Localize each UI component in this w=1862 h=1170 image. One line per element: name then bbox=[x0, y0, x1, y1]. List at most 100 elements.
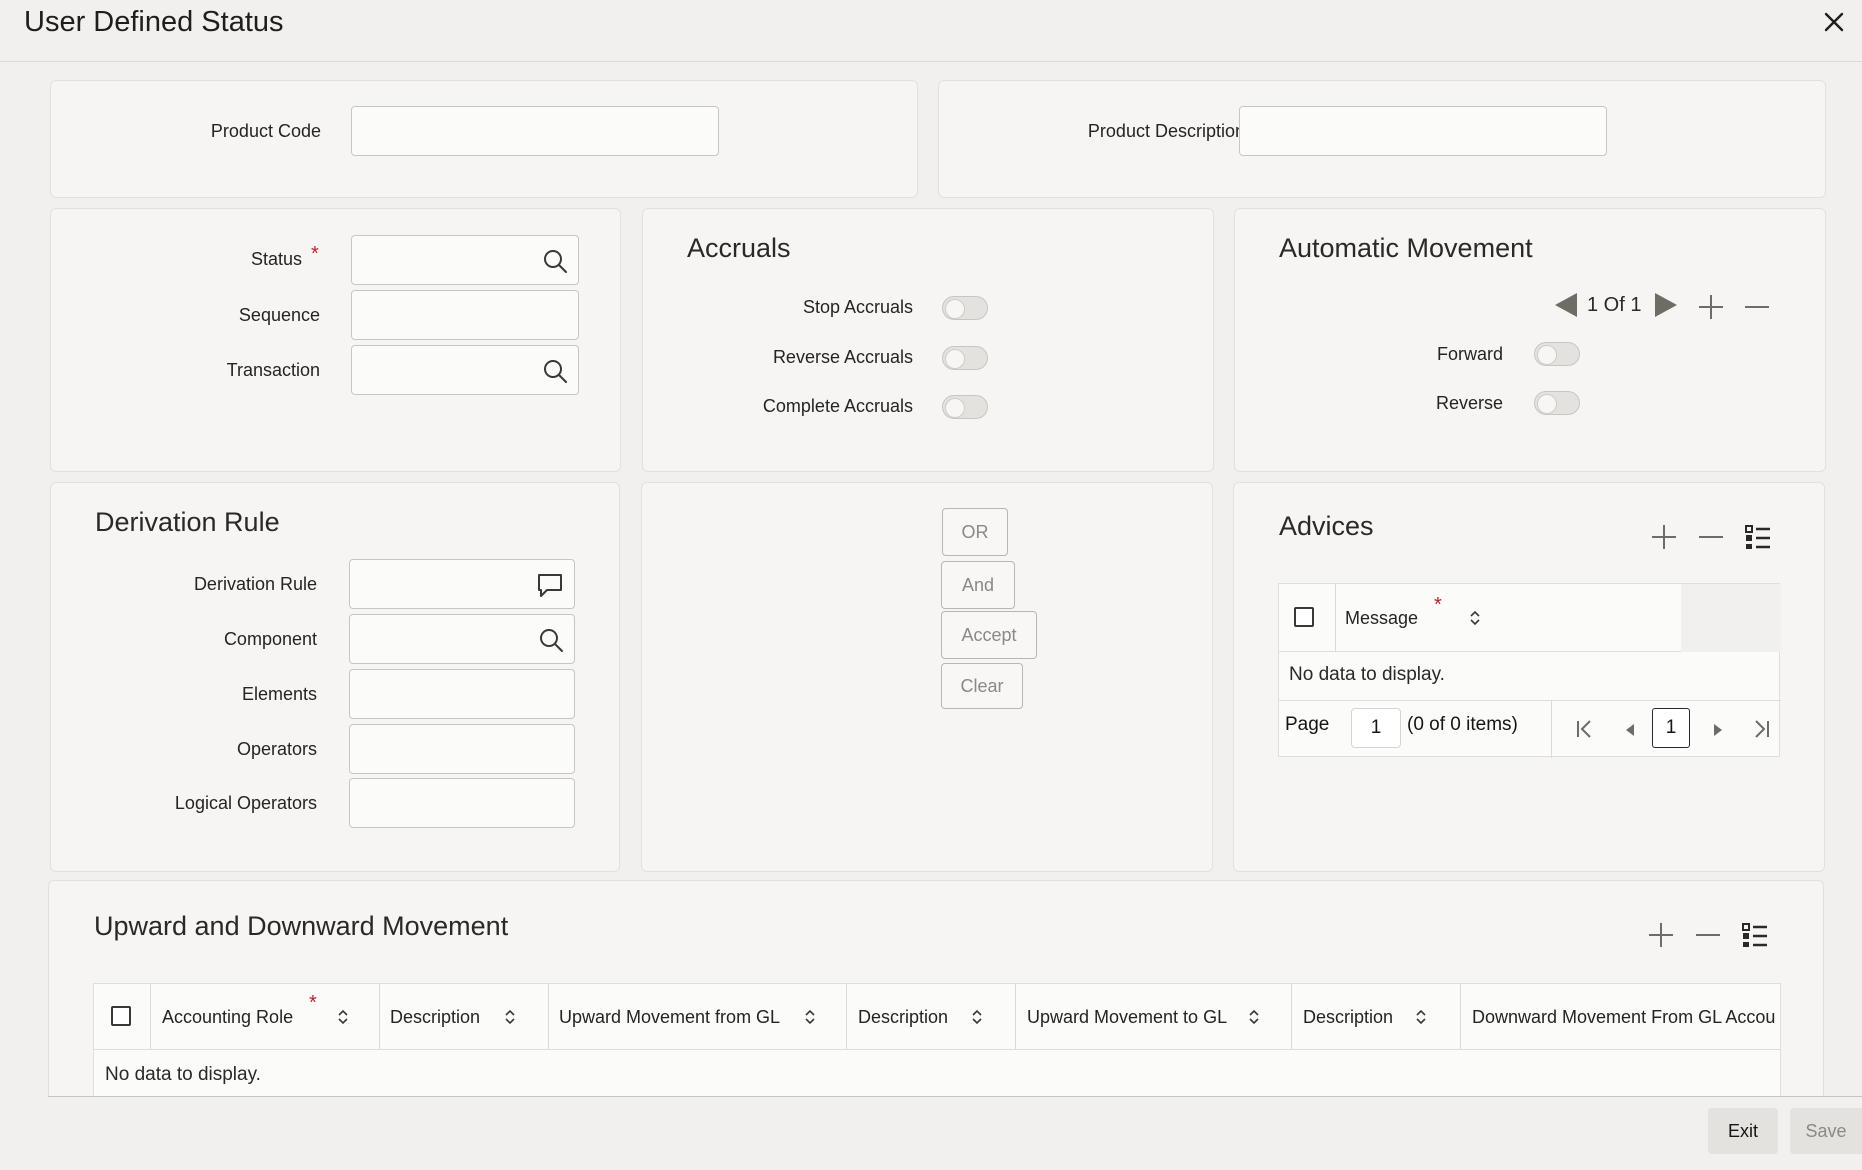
reverse-label: Reverse bbox=[1435, 393, 1503, 413]
transaction-input[interactable] bbox=[351, 345, 579, 395]
complete-accruals-toggle[interactable] bbox=[942, 395, 988, 419]
complete-accruals-label: Complete Accruals bbox=[762, 396, 913, 416]
operators-input[interactable] bbox=[349, 724, 575, 774]
current-page-button[interactable]: 1 bbox=[1652, 708, 1690, 748]
add-icon[interactable] bbox=[1697, 293, 1725, 321]
logical-operators-label: Logical Operators bbox=[174, 793, 317, 813]
accounting-role-column-header[interactable]: Accounting Role bbox=[162, 1007, 293, 1028]
component-input[interactable] bbox=[349, 614, 575, 664]
column-divider bbox=[846, 984, 847, 1050]
no-data-message: No data to display. bbox=[105, 1064, 261, 1085]
add-icon[interactable] bbox=[1647, 921, 1675, 949]
advices-heading: Advices bbox=[1279, 511, 1374, 541]
next-record-icon[interactable] bbox=[1653, 291, 1679, 319]
sort-icon[interactable] bbox=[336, 1007, 350, 1027]
exit-button[interactable]: Exit bbox=[1708, 1108, 1778, 1154]
footer-divider bbox=[48, 1096, 1862, 1097]
movement-heading: Upward and Downward Movement bbox=[94, 911, 509, 941]
derivation-rule-heading: Derivation Rule bbox=[95, 507, 280, 537]
list-view-icon[interactable] bbox=[1741, 921, 1769, 949]
last-page-icon[interactable] bbox=[1751, 718, 1771, 740]
header-divider bbox=[0, 61, 1862, 62]
automatic-movement-panel: Automatic Movement 1 Of 1 Forward Revers… bbox=[1234, 208, 1826, 472]
logical-operators-input[interactable] bbox=[349, 778, 575, 828]
description-column-header[interactable]: Description bbox=[390, 1007, 480, 1028]
search-icon[interactable] bbox=[542, 248, 568, 274]
movement-panel: Upward and Downward Movement Accounting … bbox=[48, 880, 1824, 1096]
previous-record-icon[interactable] bbox=[1553, 291, 1579, 319]
component-label: Component bbox=[223, 629, 317, 649]
status-input[interactable] bbox=[351, 235, 579, 285]
operators-label: Operators bbox=[236, 739, 317, 759]
sort-icon[interactable] bbox=[1468, 608, 1482, 628]
elements-label: Elements bbox=[241, 684, 317, 704]
stop-accruals-toggle[interactable] bbox=[942, 296, 988, 320]
product-code-panel: Product Code bbox=[50, 80, 918, 198]
upward-movement-from-gl-column-header[interactable]: Upward Movement from GL bbox=[559, 1007, 780, 1028]
accept-button[interactable]: Accept bbox=[941, 611, 1037, 659]
search-icon[interactable] bbox=[542, 358, 568, 384]
description-column-header[interactable]: Description bbox=[1303, 1007, 1393, 1028]
previous-page-icon[interactable] bbox=[1623, 722, 1637, 738]
select-all-checkbox[interactable] bbox=[111, 1006, 131, 1026]
close-icon[interactable] bbox=[1820, 8, 1848, 36]
page-title: User Defined Status bbox=[24, 6, 284, 38]
sort-icon[interactable] bbox=[970, 1007, 984, 1027]
upward-movement-to-gl-column-header[interactable]: Upward Movement to GL bbox=[1027, 1007, 1227, 1028]
reverse-toggle[interactable] bbox=[1534, 391, 1580, 415]
required-indicator: * bbox=[1434, 594, 1442, 616]
transaction-label: Transaction bbox=[226, 360, 320, 380]
sort-icon[interactable] bbox=[1414, 1007, 1428, 1027]
comment-icon[interactable] bbox=[536, 572, 564, 598]
sequence-input[interactable] bbox=[351, 290, 579, 340]
forward-label: Forward bbox=[1436, 344, 1503, 364]
remove-icon[interactable] bbox=[1694, 921, 1722, 949]
forward-toggle[interactable] bbox=[1534, 342, 1580, 366]
elements-input[interactable] bbox=[349, 669, 575, 719]
description-column-header[interactable]: Description bbox=[858, 1007, 948, 1028]
product-description-input[interactable] bbox=[1239, 106, 1607, 156]
select-all-checkbox[interactable] bbox=[1294, 607, 1314, 627]
remove-icon[interactable] bbox=[1697, 523, 1725, 551]
status-label: Status bbox=[250, 249, 302, 269]
sort-icon[interactable] bbox=[1247, 1007, 1261, 1027]
derivation-rule-label: Derivation Rule bbox=[193, 574, 317, 594]
next-page-icon[interactable] bbox=[1711, 722, 1725, 738]
sort-icon[interactable] bbox=[503, 1007, 517, 1027]
list-view-icon[interactable] bbox=[1744, 523, 1772, 551]
remove-icon[interactable] bbox=[1743, 293, 1771, 321]
or-button[interactable]: OR bbox=[942, 508, 1008, 556]
save-button[interactable]: Save bbox=[1790, 1108, 1862, 1154]
search-icon[interactable] bbox=[538, 627, 564, 653]
and-button[interactable]: And bbox=[941, 561, 1015, 609]
accruals-heading: Accruals bbox=[687, 233, 791, 263]
status-panel: Status * Sequence Transaction bbox=[50, 208, 621, 472]
rule-buttons-panel: OR And Accept Clear bbox=[641, 482, 1213, 872]
downward-movement-from-gl-column-header[interactable]: Downward Movement From GL Accou bbox=[1472, 1007, 1780, 1028]
page-label: Page bbox=[1285, 714, 1330, 735]
first-page-icon[interactable] bbox=[1575, 718, 1595, 740]
automatic-movement-heading: Automatic Movement bbox=[1279, 233, 1533, 263]
column-divider bbox=[548, 984, 549, 1050]
page-input[interactable]: 1 bbox=[1351, 708, 1401, 748]
column-divider bbox=[1291, 984, 1292, 1050]
product-description-label: Product Description bbox=[1087, 121, 1245, 141]
sequence-label: Sequence bbox=[238, 305, 320, 325]
derivation-rule-input[interactable] bbox=[349, 559, 575, 609]
reverse-accruals-toggle[interactable] bbox=[942, 346, 988, 370]
clear-button[interactable]: Clear bbox=[941, 663, 1023, 709]
no-data-message: No data to display. bbox=[1289, 664, 1445, 685]
grid-header-filler bbox=[1681, 584, 1781, 652]
required-indicator: * bbox=[311, 243, 319, 265]
items-count: (0 of 0 items) bbox=[1407, 714, 1518, 735]
advices-panel: Advices Message * No data to display. Pa… bbox=[1233, 482, 1825, 872]
derivation-rule-panel: Derivation Rule Derivation Rule Componen… bbox=[50, 482, 620, 872]
product-code-input[interactable] bbox=[351, 106, 719, 156]
add-icon[interactable] bbox=[1650, 523, 1678, 551]
column-divider bbox=[379, 984, 380, 1050]
accruals-panel: Accruals Stop Accruals Reverse Accruals … bbox=[642, 208, 1214, 472]
reverse-accruals-label: Reverse Accruals bbox=[772, 347, 913, 367]
message-column-header[interactable]: Message bbox=[1345, 608, 1418, 629]
pagination-divider bbox=[1551, 700, 1552, 758]
sort-icon[interactable] bbox=[803, 1007, 817, 1027]
